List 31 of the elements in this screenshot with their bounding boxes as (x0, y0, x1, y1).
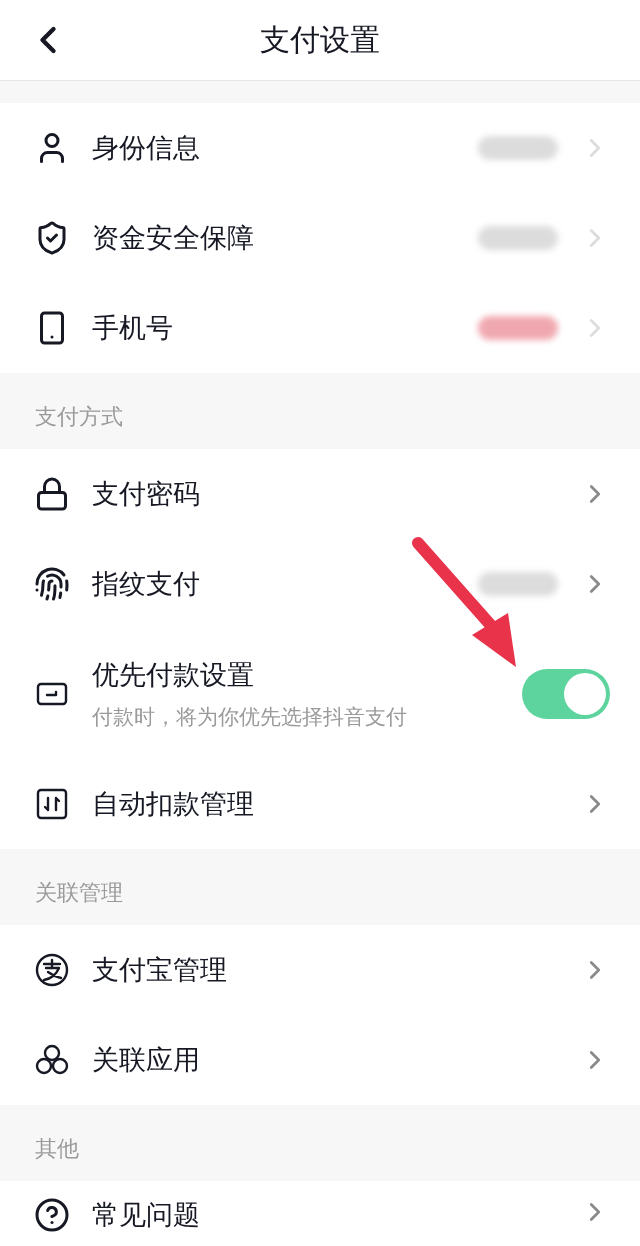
settings-row[interactable]: 身份信息 (0, 103, 640, 193)
settings-row[interactable]: 自动扣款管理 (0, 759, 640, 849)
settings-row[interactable]: 资金安全保障 (0, 193, 640, 283)
section-header: 关联管理 (34, 879, 124, 907)
alipay-icon (34, 952, 70, 988)
settings-row[interactable]: 指纹支付 (0, 539, 640, 629)
settings-row[interactable]: 支付密码 (0, 449, 640, 539)
row-label: 优先付款设置 (92, 658, 255, 692)
row-label: 身份信息 (92, 131, 201, 165)
autopay-icon (34, 786, 70, 822)
fingerprint-icon (34, 566, 70, 602)
settings-row[interactable]: 优先付款设置 付款时，将为你优先选择抖音支付 (0, 629, 640, 759)
help-icon (34, 1197, 70, 1233)
settings-row[interactable]: 常见问题 (0, 1181, 640, 1246)
settings-row[interactable]: 手机号 (0, 283, 640, 373)
row-label: 手机号 (92, 311, 174, 345)
row-label: 关联应用 (92, 1043, 201, 1077)
row-label: 自动扣款管理 (92, 787, 255, 821)
row-label: 常见问题 (92, 1198, 201, 1232)
section-header: 其他 (34, 1135, 80, 1163)
section-header: 支付方式 (34, 403, 124, 431)
toggle-switch[interactable] (522, 669, 610, 719)
row-label: 指纹支付 (92, 567, 201, 601)
row-subtitle: 付款时，将为你优先选择抖音支付 (92, 704, 408, 731)
row-label: 资金安全保障 (92, 221, 255, 255)
settings-row[interactable]: 关联应用 (0, 1015, 640, 1105)
row-label: 支付密码 (92, 477, 201, 511)
settings-row[interactable]: 支付宝管理 (0, 925, 640, 1015)
row-label: 支付宝管理 (92, 953, 228, 987)
page-title: 支付设置 (260, 20, 380, 59)
lock-icon (34, 476, 70, 512)
